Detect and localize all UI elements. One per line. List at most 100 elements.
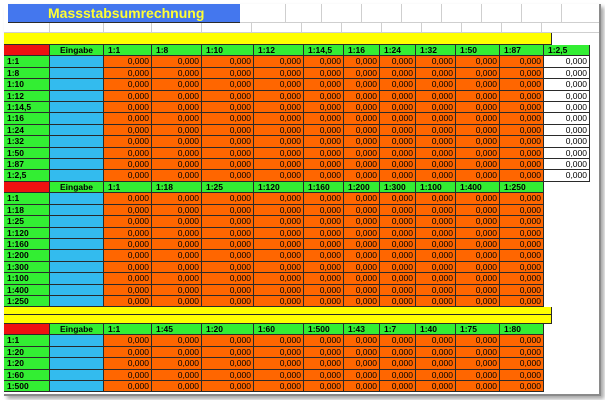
result-cell[interactable]: 0,000 [152,193,202,205]
scale-row-label[interactable]: 1:250 [4,296,50,308]
result-cell[interactable]: 0,000 [202,204,254,217]
result-cell[interactable]: 0,000 [380,346,416,359]
scale-column-header[interactable]: 1:87 [500,45,544,57]
result-cell[interactable]: 0,000 [416,147,456,159]
result-cell[interactable]: 0,000 [304,56,344,68]
result-cell[interactable]: 0,000 [344,369,380,381]
result-cell[interactable]: 0,000 [380,79,416,91]
scale-column-header[interactable]: 1:24 [380,45,416,57]
result-cell[interactable]: 0,000 [500,102,544,114]
scale-column-header[interactable]: 1:250 [500,182,544,194]
result-cell[interactable]: 0,000 [456,216,500,228]
input-cell[interactable] [50,67,104,80]
result-cell[interactable]: 0,000 [456,147,500,159]
result-cell[interactable]: 0,000 [202,346,254,359]
scale-column-header[interactable]: 1:2,5 [544,45,590,57]
result-cell[interactable]: 0,000 [254,296,304,308]
scale-column-header[interactable]: 1:20 [202,324,254,336]
row-marker-cell[interactable] [4,324,50,336]
result-cell[interactable]: 0,000 [456,56,500,68]
result-cell[interactable]: 0,000 [304,358,344,370]
result-cell[interactable]: 0,000 [380,261,416,274]
input-cell[interactable] [50,346,104,359]
result-cell[interactable]: 0,000 [152,159,202,171]
result-cell[interactable]: 0,000 [104,358,152,370]
result-cell[interactable]: 0,000 [416,261,456,274]
scale-row-label[interactable]: 1:18 [4,204,50,217]
empty-cell[interactable] [252,23,302,33]
result-cell[interactable]: 0,000 [254,136,304,148]
result-cell[interactable]: 0,000 [202,159,254,171]
result-cell[interactable]: 0,000 [104,216,152,228]
scale-row-label[interactable]: 1:1 [4,335,50,347]
result-cell[interactable]: 0,000 [500,284,544,296]
result-cell[interactable]: 0,000 [500,261,544,274]
result-cell[interactable]: 0,000 [202,124,254,137]
result-cell[interactable]: 0,000 [254,250,304,262]
input-cell[interactable] [50,239,104,251]
result-cell[interactable]: 0,000 [344,79,380,91]
result-cell[interactable]: 0,000 [344,124,380,137]
result-cell[interactable]: 0,000 [254,358,304,370]
empty-cell[interactable] [462,23,502,33]
result-cell[interactable]: 0,000 [304,136,344,148]
result-cell[interactable]: 0,000 [254,227,304,239]
result-cell[interactable]: 0,000 [152,90,202,102]
result-cell[interactable]: 0,000 [344,90,380,102]
result-cell[interactable]: 0,000 [202,261,254,274]
result-cell[interactable]: 0,000 [254,193,304,205]
result-cell[interactable]: 0,000 [456,124,500,137]
result-cell[interactable]: 0,000 [456,369,500,381]
result-cell[interactable]: 0,000 [304,193,344,205]
result-cell[interactable]: 0,000 [416,369,456,381]
result-cell[interactable]: 0,000 [202,381,254,393]
result-cell[interactable]: 0,000 [416,358,456,370]
result-cell[interactable]: 0,000 [416,273,456,285]
result-cell[interactable]: 0,000 [416,335,456,347]
empty-cell[interactable] [50,23,104,33]
result-cell[interactable]: 0,000 [380,284,416,296]
input-cell[interactable] [50,216,104,228]
result-cell[interactable]: 0,000 [104,113,152,125]
result-cell[interactable]: 0,000 [304,273,344,285]
result-cell[interactable]: 0,000 [304,147,344,159]
scale-row-label[interactable]: 1:25 [4,216,50,228]
result-cell[interactable]: 0,000 [500,216,544,228]
result-cell[interactable]: 0,000 [304,90,344,102]
result-cell[interactable]: 0,000 [416,170,456,182]
result-cell[interactable]: 0,000 [544,159,590,171]
result-cell[interactable]: 0,000 [104,296,152,308]
result-cell[interactable]: 0,000 [152,273,202,285]
result-cell[interactable]: 0,000 [500,250,544,262]
input-column-header[interactable]: Eingabe [50,45,104,57]
result-cell[interactable]: 0,000 [544,102,590,114]
result-cell[interactable]: 0,000 [344,193,380,205]
result-cell[interactable]: 0,000 [254,335,304,347]
input-cell[interactable] [50,381,104,393]
result-cell[interactable]: 0,000 [254,113,304,125]
result-cell[interactable]: 0,000 [202,216,254,228]
result-cell[interactable]: 0,000 [380,250,416,262]
result-cell[interactable]: 0,000 [500,124,544,137]
result-cell[interactable]: 0,000 [152,204,202,217]
result-cell[interactable]: 0,000 [202,358,254,370]
result-cell[interactable]: 0,000 [104,273,152,285]
result-cell[interactable]: 0,000 [416,239,456,251]
result-cell[interactable]: 0,000 [380,204,416,217]
result-cell[interactable]: 0,000 [456,90,500,102]
input-cell[interactable] [50,102,104,114]
empty-cell[interactable] [482,4,522,23]
input-cell[interactable] [50,79,104,91]
result-cell[interactable]: 0,000 [344,170,380,182]
result-cell[interactable]: 0,000 [500,335,544,347]
result-cell[interactable]: 0,000 [344,56,380,68]
scale-row-label[interactable]: 1:120 [4,227,50,239]
result-cell[interactable]: 0,000 [104,159,152,171]
result-cell[interactable]: 0,000 [344,239,380,251]
result-cell[interactable]: 0,000 [304,296,344,308]
result-cell[interactable]: 0,000 [544,136,590,148]
result-cell[interactable]: 0,000 [104,335,152,347]
scale-row-label[interactable]: 1:24 [4,124,50,137]
result-cell[interactable]: 0,000 [104,124,152,137]
empty-cell[interactable] [152,23,202,33]
